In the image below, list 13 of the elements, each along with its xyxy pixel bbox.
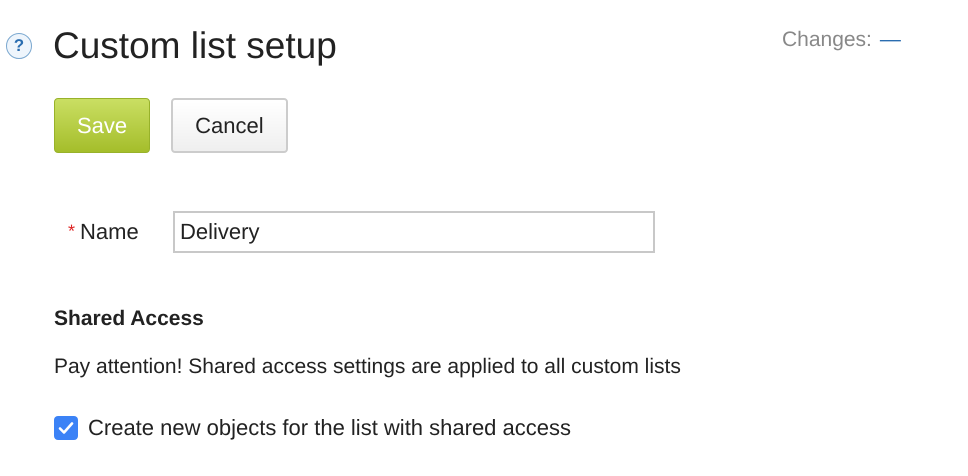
required-mark: * (68, 221, 76, 242)
name-field[interactable]: Delivery (173, 211, 656, 253)
section-heading: Shared Access (53, 306, 205, 331)
checkbox-label: Create new objects for the list with shared access (88, 415, 572, 441)
changes-label: Changes: (782, 28, 872, 52)
check-icon (57, 419, 75, 437)
cancel-button[interactable]: Cancel (171, 98, 288, 153)
name-label: Name (80, 219, 140, 245)
help-icon[interactable]: ? (6, 33, 32, 59)
notice-text: Pay attention! Shared access settings are applied to all custom lists (53, 354, 682, 379)
page-title: Custom list setup (53, 24, 337, 68)
changes-value: — (880, 28, 901, 52)
checkbox[interactable] (54, 416, 78, 440)
